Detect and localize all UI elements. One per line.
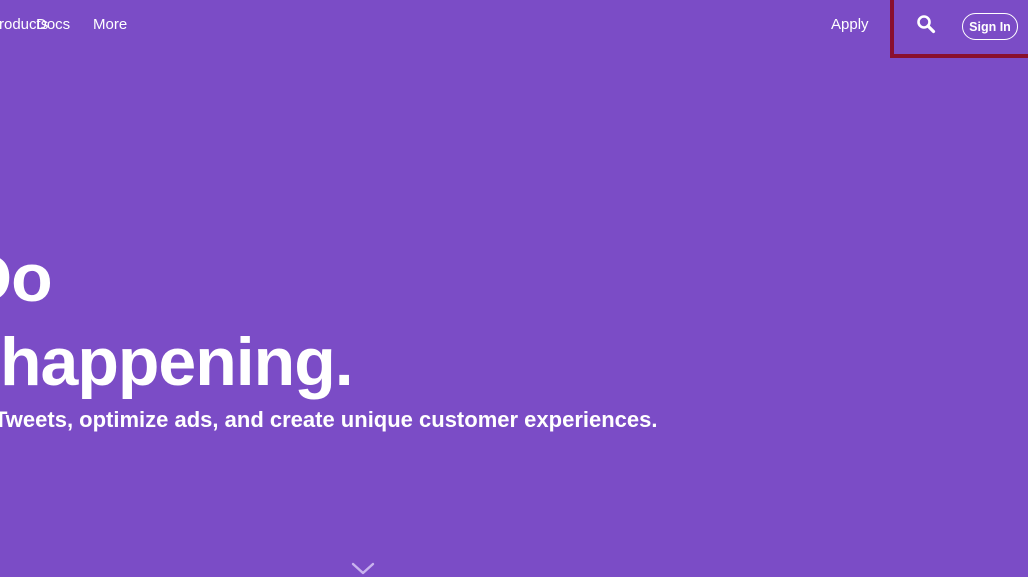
chevron-down-icon[interactable] bbox=[351, 562, 375, 576]
hero-heading-line2: happening. bbox=[0, 324, 354, 400]
sign-in-button[interactable]: Sign In bbox=[962, 13, 1018, 40]
nav-more-link[interactable]: More bbox=[93, 16, 127, 33]
hero-subtitle: Tweets, optimize ads, and create unique … bbox=[0, 407, 658, 432]
search-icon[interactable] bbox=[916, 14, 936, 34]
nav-apply-link[interactable]: Apply bbox=[831, 16, 869, 33]
hero-heading-line1: Do bbox=[0, 240, 53, 316]
nav-docs-link[interactable]: Docs bbox=[36, 16, 70, 33]
page: Products Docs More Apply Sign In Do happ… bbox=[0, 0, 1028, 577]
